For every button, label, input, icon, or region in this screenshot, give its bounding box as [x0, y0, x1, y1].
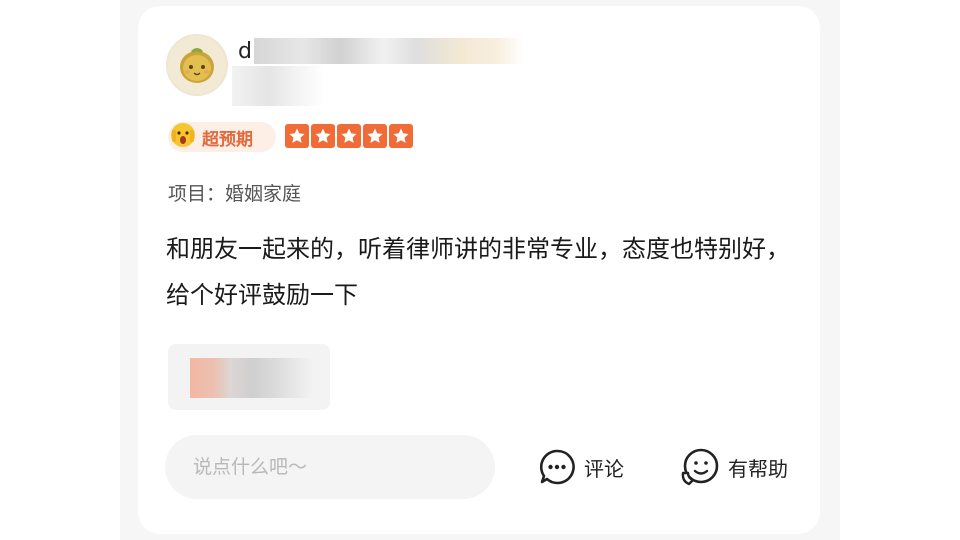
star-icon: [337, 124, 361, 148]
comment-button[interactable]: 评论: [538, 446, 624, 488]
review-text: 和朋友一起来的，听着律师讲的非常专业，态度也特别好，给个好评鼓励一下: [166, 235, 790, 309]
star-rating: [285, 124, 413, 148]
username-redacted: [253, 38, 524, 64]
shocked-face-emoji-icon: [168, 118, 198, 154]
username-visible-text: d: [238, 38, 252, 64]
star-icon: [285, 124, 309, 148]
star-icon: [311, 124, 335, 148]
star-icon: [363, 124, 387, 148]
chat-bubble-icon: [539, 449, 575, 485]
comment-button-label: 评论: [584, 456, 624, 481]
helpful-button-label: 有帮助: [728, 456, 788, 481]
rating-badge: 超预期: [168, 122, 276, 152]
reply-preview[interactable]: [168, 344, 330, 410]
comment-input[interactable]: [165, 435, 495, 499]
rating-badge-label: 超预期: [202, 129, 253, 150]
kiwi-avatar-icon: [180, 48, 214, 83]
user-subinfo-redacted: [232, 66, 324, 106]
project-category: 项目：婚姻家庭: [168, 183, 302, 205]
smiley-thumb-icon: [681, 448, 719, 486]
username[interactable]: d: [238, 36, 524, 66]
user-avatar[interactable]: [166, 34, 228, 96]
star-icon: [389, 124, 413, 148]
helpful-button[interactable]: 有帮助: [680, 446, 788, 488]
reply-preview-redacted: [190, 358, 314, 398]
